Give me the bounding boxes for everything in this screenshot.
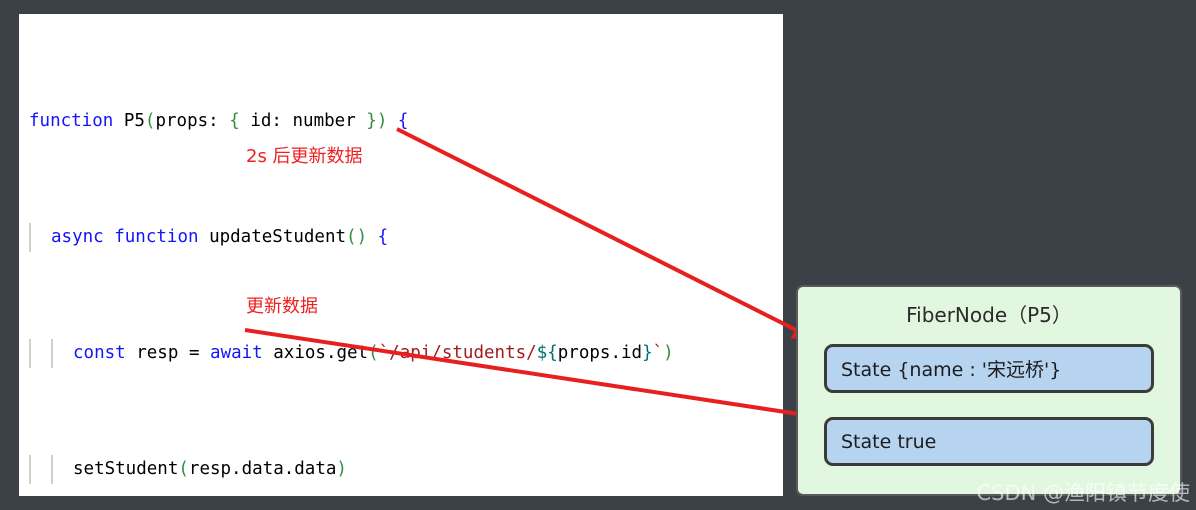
code-editor-panel[interactable]: function P5(props: { id: number }) { asy… [19, 14, 783, 496]
csdn-watermark: CSDN @渔阳镇节度使 [976, 477, 1190, 507]
state-box-name: State {name : '宋远桥'} [824, 344, 1154, 393]
fiber-node-box: FiberNode（P5） State {name : '宋远桥'} State… [796, 285, 1182, 496]
code-line: const resp = await axios.get(`/api/stude… [19, 339, 783, 368]
fiber-node-title: FiberNode（P5） [798, 299, 1180, 328]
state-box-fetch: State true [824, 417, 1154, 466]
code-line: async function updateStudent() { [19, 223, 783, 252]
annotation-update-data: 更新数据 [246, 292, 318, 318]
code-lines: function P5(props: { id: number }) { asy… [19, 20, 783, 496]
code-line: setStudent(resp.data.data) [19, 455, 783, 484]
code-line: function P5(props: { id: number }) { [19, 107, 783, 136]
annotation-update-after-2s: 2s 后更新数据 [246, 142, 363, 168]
